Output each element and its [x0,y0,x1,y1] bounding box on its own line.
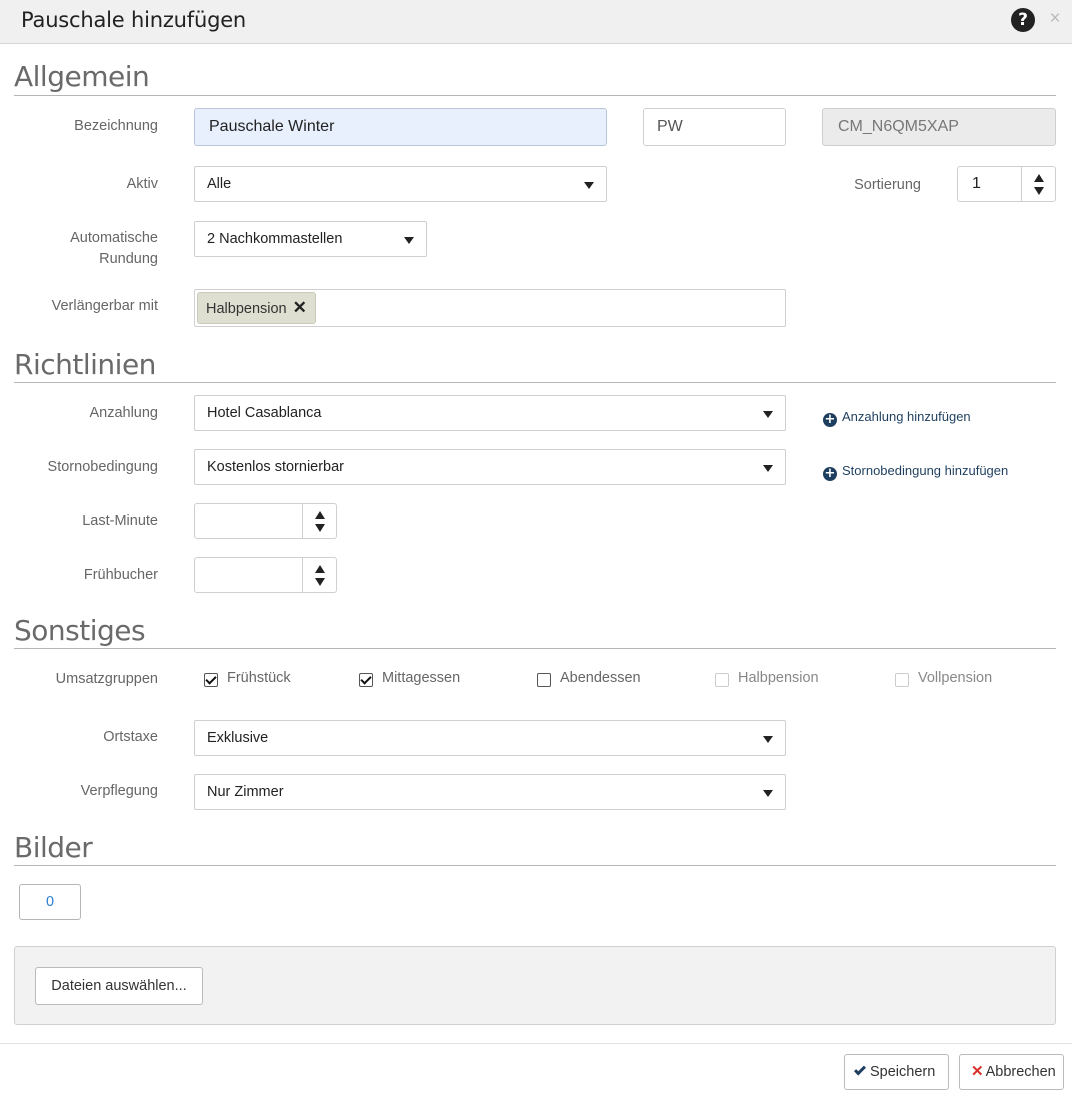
close-icon: ✕ [971,1063,984,1080]
stepper-buttons [1021,167,1055,201]
checkbox-vollpension [895,673,909,687]
rundung-select[interactable]: 2 Nachkommastellen [194,221,427,257]
storno-select-value: Kostenlos stornierbar [207,459,345,475]
tag-halbpension: Halbpension ✕ [197,292,316,324]
save-button-label: Speichern [870,1064,936,1080]
checkbox-label-halbpension: Halbpension [738,670,819,686]
increment-icon[interactable] [315,511,325,519]
rundung-select-value: 2 Nachkommastellen [207,231,343,247]
plus-circle-icon: + [823,466,837,481]
checkbox-abendessen[interactable] [537,673,551,687]
verlaengerbar-tag-input[interactable]: Halbpension ✕ [194,289,786,327]
section-title-bilder: Bilder [14,831,93,864]
cancel-button[interactable]: ✕ Abbrechen [959,1054,1064,1090]
chevron-down-icon [763,790,773,797]
storno-select[interactable]: Kostenlos stornierbar [194,449,786,485]
storno-add-label: Stornobedingung hinzufügen [842,463,1009,478]
checkbox-fruehstueck[interactable] [204,673,218,687]
section-divider [14,95,1056,96]
fruehbucher-label: Frühbucher [83,567,158,583]
rundung-label: Automatische Rundung [0,228,158,270]
dialog-titlebar: Pauschale hinzufügen ? × [0,0,1072,44]
checkbox-mittagessen[interactable] [359,673,373,687]
upload-panel: Dateien auswählen... [14,946,1056,1025]
section-divider [14,382,1056,383]
decrement-icon[interactable] [1034,187,1044,195]
verpflegung-select[interactable]: Nur Zimmer [194,774,786,810]
chevron-down-icon [763,411,773,418]
section-title-sonstiges: Sonstiges [14,614,146,647]
aktiv-label: Aktiv [126,176,158,192]
kurzbezeichnung-input[interactable]: PW [643,108,786,146]
umsatzgruppen-label: Umsatzgruppen [55,671,158,687]
anzahlung-select-value: Hotel Casablanca [207,405,322,421]
checkbox-label-mittagessen: Mittagessen [382,670,461,686]
plus-circle-icon: + [823,412,837,427]
tag-label: Halbpension [206,301,287,317]
footer-divider [0,1043,1072,1044]
bezeichnung-label: Bezeichnung [74,118,158,134]
checkbox-label-vollpension: Vollpension [918,670,993,686]
verpflegung-select-value: Nur Zimmer [207,784,284,800]
chevron-down-icon [763,736,773,743]
stepper-buttons [302,558,336,592]
rundung-label-line1: Automatische [70,230,158,246]
anzahlung-add-link[interactable]: + Anzahlung hinzufügen [823,408,971,427]
close-icon[interactable]: × [1046,7,1064,31]
checkbox-label-fruehstueck: Frühstück [227,670,291,686]
checkbox-halbpension [715,673,729,687]
anzahlung-label: Anzahlung [89,405,158,421]
verpflegung-label: Verpflegung [80,783,158,799]
section-title-allgemein: Allgemein [14,60,150,93]
code-field: CM_N6QM5XAP [822,108,1056,146]
section-divider [14,648,1056,649]
sortierung-stepper[interactable]: 1 [957,166,1056,202]
increment-icon[interactable] [1034,174,1044,182]
storno-label: Stornobedingung [47,459,158,475]
increment-icon[interactable] [315,565,325,573]
decrement-icon[interactable] [315,524,325,532]
storno-add-link[interactable]: + Stornobedingung hinzufügen [823,462,1008,481]
anzahlung-select[interactable]: Hotel Casablanca [194,395,786,431]
lastminute-label: Last-Minute [82,513,158,529]
image-count-button[interactable]: 0 [19,884,81,920]
remove-tag-icon[interactable]: ✕ [293,293,307,323]
cancel-button-label: Abbrechen [985,1064,1056,1080]
stepper-buttons [302,504,336,538]
chevron-down-icon [404,237,414,244]
aktiv-select[interactable]: Alle [194,166,607,202]
ortstaxe-select-value: Exklusive [207,730,269,746]
checkbox-label-abendessen: Abendessen [560,670,641,686]
verlaengerbar-label: Verlängerbar mit [51,298,158,314]
dialog-title: Pauschale hinzufügen [21,8,247,32]
ortstaxe-label: Ortstaxe [103,729,158,745]
section-divider [14,865,1056,866]
bezeichnung-input[interactable]: Pauschale Winter [194,108,607,146]
save-button[interactable]: Speichern [844,1054,949,1090]
check-icon [853,1063,867,1076]
select-files-button[interactable]: Dateien auswählen... [35,967,203,1005]
anzahlung-add-label: Anzahlung hinzufügen [842,409,971,424]
ortstaxe-select[interactable]: Exklusive [194,720,786,756]
sortierung-value[interactable]: 1 [972,167,981,201]
rundung-label-line2: Rundung [99,251,158,267]
chevron-down-icon [763,465,773,472]
chevron-down-icon [584,182,594,189]
decrement-icon[interactable] [315,578,325,586]
sortierung-label: Sortierung [854,177,921,193]
help-icon[interactable]: ? [1011,8,1035,32]
aktiv-select-value: Alle [207,176,232,192]
lastminute-stepper[interactable] [194,503,337,539]
fruehbucher-stepper[interactable] [194,557,337,593]
section-title-richtlinien: Richtlinien [14,348,156,381]
